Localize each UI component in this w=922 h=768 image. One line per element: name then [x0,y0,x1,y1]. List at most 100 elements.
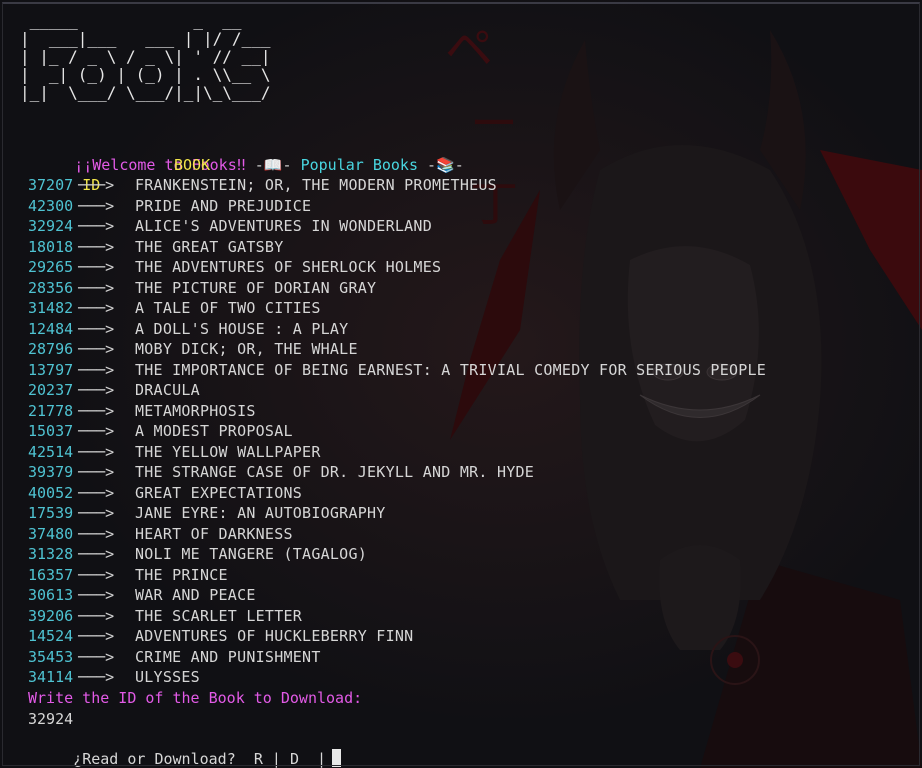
book-id: 20237 [28,381,74,399]
list-item: 28356 ───> THE PICTURE OF DORIAN GRAY [28,278,766,299]
book-title: WAR AND PEACE [135,586,256,604]
arrow-icon: ───> [78,483,115,502]
book-title: MOBY DICK; OR, THE WHALE [135,340,358,358]
book-id: 12484 [28,319,74,338]
book-title: NOLI ME TANGERE (TAGALOG) [135,545,368,563]
list-item: 12484 ───> A DOLL'S HOUSE : A PLAY [28,319,766,340]
book-title: THE IMPORTANCE OF BEING EARNEST: A TRIVI… [135,360,767,379]
list-item: 32924 ───> ALICE'S ADVENTURES IN WONDERLAN… [28,216,766,237]
book-title: THE YELLOW WALLPAPER [135,442,321,461]
book-id: 42300 [28,196,74,215]
list-item: 37480 ───> HEART OF DARKNESS [28,524,766,545]
list-item: 42514 ───> THE YELLOW WALLPAPER [28,442,766,463]
book-list: 37207 ───> FRANKENSTEIN; OR, THE MODERN PR… [28,175,766,688]
list-item: 39206 ───> THE SCARLET LETTER [28,606,766,627]
input-separator: | [317,750,327,768]
arrow-icon: ───> [78,299,115,317]
book-id: 32924 [28,217,74,235]
book-emoji-icon: -📖- [245,156,301,174]
book-title: A DOLL'S HOUSE : A PLAY [135,319,349,338]
book-title: THE GREAT GATSBY [135,237,284,256]
arrow-icon: ───> [78,524,115,543]
book-id: 34114 [28,668,74,686]
book-id: 28796 [28,340,74,358]
list-item: 37207 ───> FRANKENSTEIN; OR, THE MODERN PR… [28,175,766,196]
list-item: 39379 ───> THE STRANGE CASE OF DR. JEKYLL … [28,462,766,483]
arrow-icon: ───> [78,360,115,379]
list-item: 17539 ───> JANE EYRE: AN AUTOBIOGRAPHY [28,503,766,524]
book-title: FRANKENSTEIN; OR, THE MODERN PROMETHEUS [135,176,497,194]
book-id: 21778 [28,401,74,420]
section-title: Popular Books [300,156,418,174]
book-title: ALICE'S ADVENTURES IN WONDERLAND [135,217,432,235]
book-id: 15037 [28,422,74,440]
book-id: 28356 [28,278,74,297]
book-id: 42514 [28,442,74,461]
list-item: 31328 ───> NOLI ME TANGERE (TAGALOG) [28,544,766,565]
list-item: 20237 ───> DRACULA [28,380,766,401]
arrow-icon: ───> [78,217,115,235]
read-download-prompt[interactable]: ¿Read or Download? R | D | [19,729,342,768]
book-id: 37480 [28,524,74,543]
book-id: 13797 [28,360,74,379]
book-title: HEART OF DARKNESS [135,524,293,543]
arrow-icon: ───> [78,647,115,666]
arrow-icon: ───> [78,504,115,522]
list-item: 15037 ───> A MODEST PROPOSAL [28,421,766,442]
fooks-ascii-logo: _____ _ __ | ___|___ ___ | |/ /___ | |_ … [20,11,271,102]
book-title: ULYSSES [135,668,200,686]
book-id: 31328 [28,545,74,563]
book-title: DRACULA [135,381,200,399]
arrow-icon: ───> [78,606,115,625]
list-item: 13797 ───> THE IMPORTANCE OF BEING EARNEST… [28,360,766,381]
arrow-icon: ───> [78,627,115,645]
book-title: THE SCARLET LETTER [135,606,303,625]
book-id: 39206 [28,606,74,625]
list-item: 31482 ───> A TALE OF TWO CITIES [28,298,766,319]
arrow-icon: ───> [78,422,115,440]
book-title: JANE EYRE: AN AUTOBIOGRAPHY [135,504,386,522]
arrow-icon: ───> [78,278,115,297]
arrow-icon: ───> [78,565,115,584]
book-title: METAMORPHOSIS [135,401,256,420]
book-title: PRIDE AND PREJUDICE [135,196,312,215]
arrow-icon: ───> [78,196,115,215]
list-item: 14524 ───> ADVENTURES OF HUCKLEBERRY FINN [28,626,766,647]
list-item: 42300 ───> PRIDE AND PREJUDICE [28,196,766,217]
option-separator: | [271,750,281,768]
list-item: 29265 ───> THE ADVENTURES OF SHERLOCK HOLM… [28,257,766,278]
book-title: ADVENTURES OF HUCKLEBERRY FINN [135,627,414,645]
book-title: THE ADVENTURES OF SHERLOCK HOLMES [135,258,442,276]
book-title: THE STRANGE CASE OF DR. JEKYLL AND MR. H… [135,463,535,481]
book-title: CRIME AND PUNISHMENT [135,647,321,666]
book-id: 31482 [28,299,74,317]
book-id: 17539 [28,504,74,522]
book-title: THE PICTURE OF DORIAN GRAY [135,278,377,297]
book-id: 40052 [28,483,74,502]
list-item: 40052 ───> GREAT EXPECTATIONS [28,483,766,504]
book-id: 30613 [28,586,74,604]
arrow-icon: ───> [78,381,115,399]
arrow-icon: ───> [78,668,115,686]
arrow-icon: ───> [78,401,115,420]
list-item: 16357 ───> THE PRINCE [28,565,766,586]
arrow-icon: ───> [78,237,115,256]
book-title: A MODEST PROPOSAL [135,422,293,440]
list-item: 30613 ───> WAR AND PEACE [28,585,766,606]
arrow-icon: ───> [78,545,115,563]
list-item: 34114 ───> ULYSSES [28,667,766,688]
text-cursor[interactable] [332,749,342,767]
option-read: R [253,750,263,768]
book-id: 39379 [28,463,74,481]
arrow-icon: ───> [78,442,115,461]
book-id: 18018 [28,237,74,256]
books-emoji-icon: -📚- [418,156,464,174]
book-title: THE PRINCE [135,565,228,584]
book-title: A TALE OF TWO CITIES [135,299,321,317]
book-id: 29265 [28,258,74,276]
entered-book-id: 32924 [28,710,74,728]
arrow-icon: ───> [78,463,115,481]
terminal-window[interactable]: ペ ー 丁 _____ _ __ | ___|___ ___ | |/ /___… [0,0,922,768]
arrow-icon: ───> [78,586,115,604]
book-id: 16357 [28,565,74,584]
